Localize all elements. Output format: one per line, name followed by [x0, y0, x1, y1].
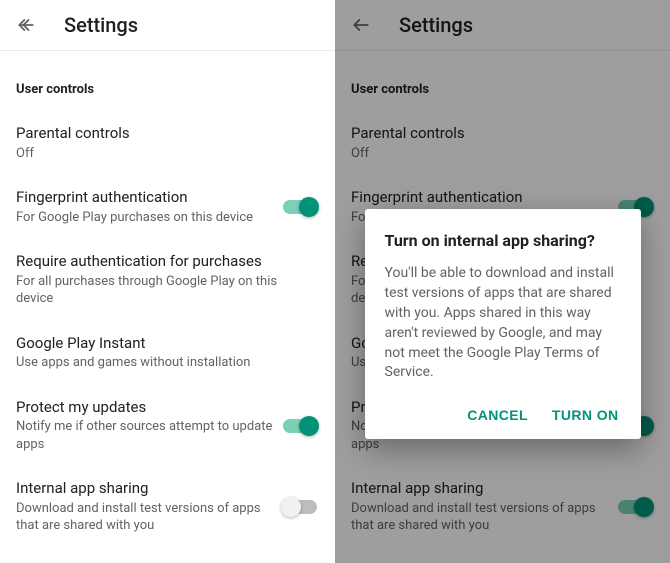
internal-sharing-dialog: Turn on internal app sharing? You'll be … — [365, 209, 641, 439]
setting-title: Parental controls — [16, 124, 311, 144]
protect-updates-row[interactable]: Protect my updates Notify me if other so… — [0, 385, 335, 467]
appbar: Settings — [0, 0, 335, 50]
dialog-actions: CANCEL TURN ON — [385, 403, 621, 429]
fingerprint-row[interactable]: Fingerprint authentication For Google Pl… — [0, 175, 335, 239]
protect-switch[interactable] — [283, 419, 317, 433]
setting-title: Fingerprint authentication — [16, 188, 275, 208]
setting-sub: Use apps and games without installation — [16, 354, 311, 372]
parental-controls-row[interactable]: Parental controls Off — [0, 111, 335, 175]
setting-sub: Download and install test versions of ap… — [16, 500, 275, 535]
setting-sub: For all purchases through Google Play on… — [16, 273, 311, 308]
back-arrow-icon[interactable] — [14, 13, 38, 37]
require-auth-row[interactable]: Require authentication for purchases For… — [0, 239, 335, 321]
settings-screen-right: Settings User controls Parental controls… — [335, 0, 670, 563]
page-title: Settings — [64, 13, 138, 37]
setting-sub: Off — [16, 145, 311, 163]
setting-title: Internal app sharing — [16, 479, 275, 499]
play-instant-row[interactable]: Google Play Instant Use apps and games w… — [0, 321, 335, 385]
internal-sharing-row[interactable]: Internal app sharing Download and instal… — [0, 466, 335, 548]
settings-list: User controls Parental controls Off Fing… — [0, 50, 335, 548]
setting-title: Require authentication for purchases — [16, 252, 311, 272]
setting-title: Google Play Instant — [16, 334, 311, 354]
fingerprint-switch[interactable] — [283, 200, 317, 214]
section-header: User controls — [0, 82, 335, 111]
cancel-button[interactable]: CANCEL — [467, 407, 528, 423]
turn-on-button[interactable]: TURN ON — [552, 407, 619, 423]
setting-sub: Notify me if other sources attempt to up… — [16, 418, 275, 453]
internal-sharing-switch[interactable] — [283, 500, 317, 514]
setting-title: Protect my updates — [16, 398, 275, 418]
dialog-body: You'll be able to download and install t… — [385, 264, 621, 383]
settings-screen-left: Settings User controls Parental controls… — [0, 0, 335, 563]
dialog-title: Turn on internal app sharing? — [385, 231, 621, 250]
setting-sub: For Google Play purchases on this device — [16, 209, 275, 227]
